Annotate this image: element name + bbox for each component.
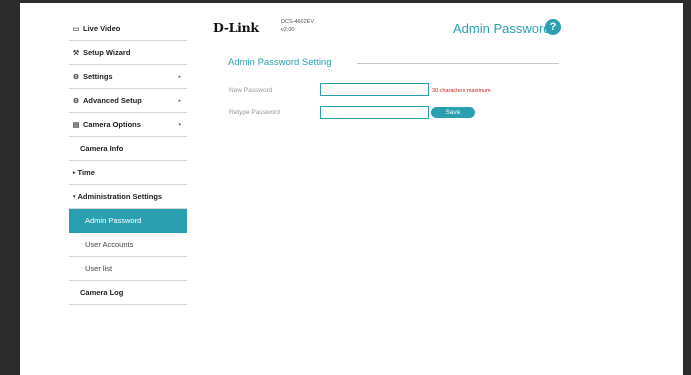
sidebar-item-setup-wizard[interactable]: ⚒ Setup Wizard bbox=[69, 41, 187, 65]
camera-options-icon: ▤ bbox=[72, 121, 80, 129]
chevron-right-icon: ▸ bbox=[178, 73, 181, 80]
sidebar-item-time[interactable]: ▸ Time bbox=[69, 161, 187, 185]
retype-password-label: Retype Password bbox=[229, 109, 280, 116]
help-icon[interactable]: ? bbox=[545, 19, 561, 35]
model-name: DCS-4602EV bbox=[281, 19, 315, 25]
bullet-icon: ▸ bbox=[73, 169, 76, 176]
gear-icon: ⚙ bbox=[72, 73, 80, 81]
window-frame-left bbox=[0, 0, 20, 375]
window-frame-top bbox=[0, 0, 691, 3]
sidebar-item-label: Time bbox=[77, 168, 95, 177]
live-video-icon: ▭ bbox=[72, 25, 80, 33]
retype-password-field[interactable] bbox=[320, 106, 429, 119]
sidebar-item-label: Camera Info bbox=[80, 144, 124, 153]
sidebar-item-admin-password[interactable]: Admin Password bbox=[69, 209, 187, 233]
sidebar-item-advanced-setup[interactable]: ⚙ Advanced Setup ▸ bbox=[69, 89, 187, 113]
sidebar-item-label: Camera Log bbox=[80, 288, 124, 297]
sidebar-item-user-accounts[interactable]: User Accounts bbox=[69, 233, 187, 257]
section-title: Admin Password Setting bbox=[228, 57, 332, 68]
sidebar-item-label: Advanced Setup bbox=[83, 96, 142, 105]
sidebar-item-label: Setup Wizard bbox=[83, 48, 131, 57]
sidebar-item-camera-log[interactable]: Camera Log bbox=[69, 281, 187, 305]
bullet-icon: ▾ bbox=[73, 193, 76, 200]
password-length-hint: 30 characters maximum bbox=[432, 88, 491, 94]
sidebar-item-label: Settings bbox=[83, 72, 113, 81]
model-info: DCS-4602EV v2.00 bbox=[281, 18, 314, 34]
chevron-down-icon: ▾ bbox=[178, 121, 181, 128]
wand-icon: ⚒ bbox=[72, 49, 80, 57]
firmware-version: v2.00 bbox=[281, 27, 295, 33]
sidebar-item-label: Live Video bbox=[83, 24, 121, 33]
sidebar-item-camera-info[interactable]: Camera Info bbox=[69, 137, 187, 161]
sidebar-item-camera-options[interactable]: ▤ Camera Options ▾ bbox=[69, 113, 187, 137]
page-title: Admin Password bbox=[453, 21, 551, 36]
sidebar-item-label: User Accounts bbox=[85, 240, 134, 249]
sidebar: ▭ Live Video ⚒ Setup Wizard ⚙ Settings ▸… bbox=[69, 17, 187, 305]
sidebar-item-live-video[interactable]: ▭ Live Video bbox=[69, 17, 187, 41]
new-password-field[interactable] bbox=[320, 83, 429, 96]
sidebar-item-label: Admin Password bbox=[85, 216, 142, 225]
sidebar-item-label: Administration Settings bbox=[77, 192, 163, 201]
gears-icon: ⚙ bbox=[72, 97, 80, 105]
save-button[interactable]: Save bbox=[431, 107, 475, 118]
sidebar-item-label: Camera Options bbox=[83, 120, 141, 129]
section-divider bbox=[357, 63, 559, 64]
sidebar-item-user-list[interactable]: User list bbox=[69, 257, 187, 281]
window-frame-right bbox=[683, 0, 691, 375]
new-password-label: New Password bbox=[229, 87, 273, 94]
brand-logo: D-Link bbox=[213, 20, 259, 35]
chevron-right-icon: ▸ bbox=[178, 97, 181, 104]
sidebar-item-settings[interactable]: ⚙ Settings ▸ bbox=[69, 65, 187, 89]
sidebar-item-administration-settings[interactable]: ▾ Administration Settings bbox=[69, 185, 187, 209]
sidebar-item-label: User list bbox=[85, 264, 113, 273]
